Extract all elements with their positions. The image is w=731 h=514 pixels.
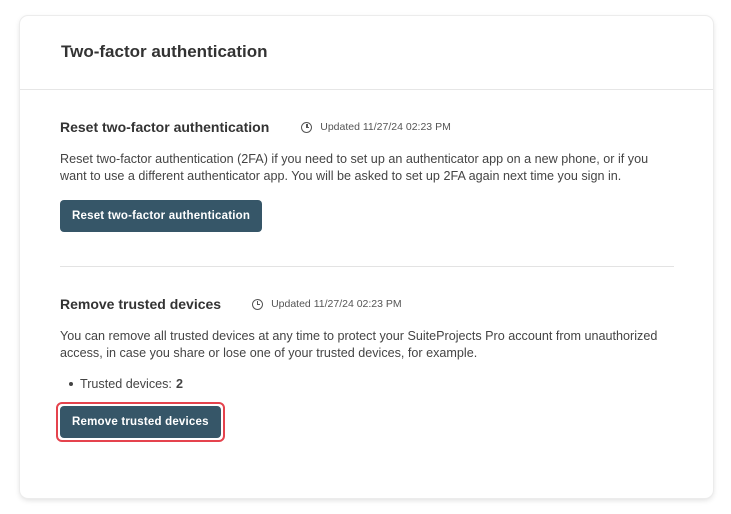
remove-trusted-devices-button[interactable]: Remove trusted devices	[60, 406, 221, 438]
section-divider	[60, 266, 674, 267]
reset-2fa-updated-text: Updated 11/27/24 02:23 PM	[320, 121, 451, 133]
remove-trusted-devices-highlight: Remove trusted devices	[56, 402, 225, 442]
two-factor-card: Two-factor authentication Reset two-fact…	[20, 16, 713, 498]
reset-2fa-section: Reset two-factor authentication Updated …	[60, 117, 674, 232]
trusted-devices-count-item: Trusted devices: 2	[69, 377, 674, 391]
trusted-devices-header: Remove trusted devices Updated 11/27/24 …	[60, 294, 674, 314]
trusted-devices-updated-text: Updated 11/27/24 02:23 PM	[271, 298, 402, 310]
bullet-icon	[69, 382, 73, 386]
trusted-devices-section: Remove trusted devices Updated 11/27/24 …	[56, 294, 674, 442]
card-title: Two-factor authentication	[61, 42, 268, 61]
card-header: Two-factor authentication	[20, 16, 713, 90]
trusted-devices-label: Trusted devices:	[80, 377, 172, 391]
clock-icon	[301, 121, 313, 133]
reset-2fa-header: Reset two-factor authentication Updated …	[60, 117, 674, 137]
reset-2fa-button[interactable]: Reset two-factor authentication	[60, 200, 263, 232]
reset-2fa-updated: Updated 11/27/24 02:23 PM	[301, 121, 451, 133]
trusted-devices-updated: Updated 11/27/24 02:23 PM	[252, 298, 402, 310]
reset-2fa-description: Reset two-factor authentication (2FA) if…	[60, 152, 649, 183]
trusted-devices-count: 2	[175, 377, 183, 391]
trusted-devices-title: Remove trusted devices	[60, 296, 222, 312]
trusted-devices-description: You can remove all trusted devices at an…	[60, 329, 658, 360]
reset-2fa-title: Reset two-factor authentication	[60, 119, 270, 135]
clock-icon	[252, 298, 264, 310]
